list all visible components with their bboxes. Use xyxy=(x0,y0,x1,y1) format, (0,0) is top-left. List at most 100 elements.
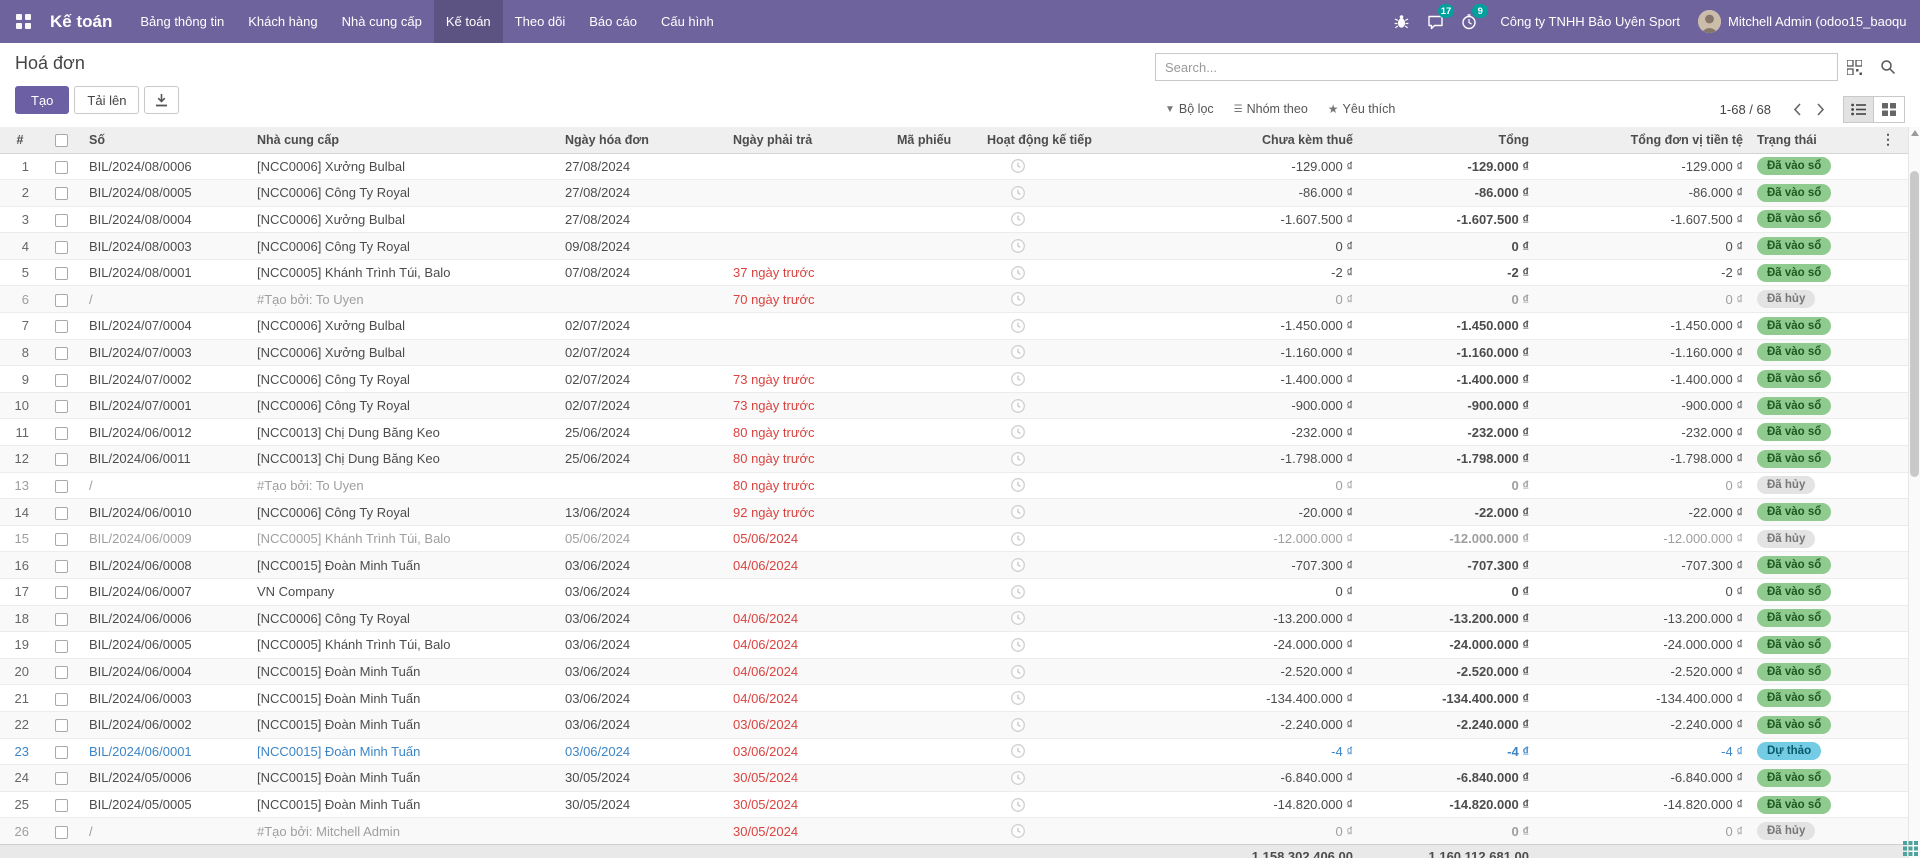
table-row[interactable]: 15 BIL/2024/06/0009 [NCC0005] Khánh Trìn… xyxy=(0,525,1908,552)
ref-cell[interactable] xyxy=(890,552,980,579)
bottom-corner-grid-icon[interactable] xyxy=(1903,841,1918,856)
bill-number-cell[interactable]: BIL/2024/06/0009 xyxy=(82,525,250,552)
total-cell[interactable]: -2.520.000 ₫ xyxy=(1360,658,1536,685)
total-cell[interactable]: 0 ₫ xyxy=(1360,233,1536,260)
due-date-cell[interactable]: 30/05/2024 xyxy=(726,765,890,792)
untaxed-cell[interactable]: -1.400.000 ₫ xyxy=(1096,366,1360,393)
due-date-cell[interactable]: 30/05/2024 xyxy=(726,791,890,818)
due-date-cell[interactable]: 05/06/2024 xyxy=(726,525,890,552)
due-date-cell[interactable] xyxy=(726,339,890,366)
ref-cell[interactable] xyxy=(890,525,980,552)
untaxed-cell[interactable]: -20.000 ₫ xyxy=(1096,499,1360,526)
invoice-date-cell[interactable]: 03/06/2024 xyxy=(558,711,726,738)
invoice-date-cell[interactable]: 30/05/2024 xyxy=(558,765,726,792)
untaxed-cell[interactable]: 0 ₫ xyxy=(1096,818,1360,845)
table-row[interactable]: 14 BIL/2024/06/0010 [NCC0006] Công Ty Ro… xyxy=(0,499,1908,526)
table-row[interactable]: 17 BIL/2024/06/0007 VN Company 03/06/202… xyxy=(0,579,1908,606)
due-date-cell[interactable] xyxy=(726,579,890,606)
qr-grid-icon[interactable] xyxy=(1838,60,1871,75)
activity-clock-icon[interactable] xyxy=(1010,637,1089,653)
total-cell[interactable]: 0 ₫ xyxy=(1360,818,1536,845)
bill-number-cell[interactable]: BIL/2024/05/0006 xyxy=(82,765,250,792)
total-currency-cell[interactable]: -86.000 ₫ xyxy=(1536,180,1750,207)
favorites-button[interactable]: ★ Yêu thích xyxy=(1318,102,1406,116)
next-activity-cell[interactable] xyxy=(980,791,1096,818)
pager-previous-button[interactable] xyxy=(1785,103,1809,116)
invoice-date-cell[interactable]: 03/06/2024 xyxy=(558,658,726,685)
company-switcher[interactable]: Công ty TNHH Bảo Uyên Sport xyxy=(1486,0,1694,43)
table-row[interactable]: 21 BIL/2024/06/0003 [NCC0015] Đoàn Minh … xyxy=(0,685,1908,712)
bill-number-cell[interactable]: BIL/2024/07/0001 xyxy=(82,392,250,419)
due-date-cell[interactable]: 03/06/2024 xyxy=(726,738,890,765)
ref-cell[interactable] xyxy=(890,658,980,685)
invoice-date-cell[interactable] xyxy=(558,286,726,313)
next-activity-cell[interactable] xyxy=(980,233,1096,260)
due-date-cell[interactable] xyxy=(726,206,890,233)
ref-cell[interactable] xyxy=(890,605,980,632)
vendor-cell[interactable]: [NCC0013] Chị Dung Băng Keo xyxy=(250,419,558,446)
next-activity-cell[interactable] xyxy=(980,339,1096,366)
apps-menu-button[interactable] xyxy=(0,0,46,43)
row-checkbox[interactable] xyxy=(55,161,68,174)
total-currency-cell[interactable]: -1.607.500 ₫ xyxy=(1536,206,1750,233)
activity-clock-icon[interactable] xyxy=(1010,584,1089,600)
row-checkbox[interactable] xyxy=(55,772,68,785)
next-activity-cell[interactable] xyxy=(980,711,1096,738)
vendor-cell[interactable]: VN Company xyxy=(250,579,558,606)
activity-clock-icon[interactable] xyxy=(1010,158,1089,174)
untaxed-cell[interactable]: -129.000 ₫ xyxy=(1096,153,1360,180)
total-cell[interactable]: 0 ₫ xyxy=(1360,472,1536,499)
activity-clock-icon[interactable] xyxy=(1010,291,1089,307)
vendor-cell[interactable]: [NCC0006] Công Ty Royal xyxy=(250,605,558,632)
ref-cell[interactable] xyxy=(890,472,980,499)
total-currency-cell[interactable]: -134.400.000 ₫ xyxy=(1536,685,1750,712)
total-cell[interactable]: 0 ₫ xyxy=(1360,579,1536,606)
row-checkbox[interactable] xyxy=(55,187,68,200)
total-cell[interactable]: -129.000 ₫ xyxy=(1360,153,1536,180)
total-cell[interactable]: -13.200.000 ₫ xyxy=(1360,605,1536,632)
vendor-cell[interactable]: [NCC0006] Công Ty Royal xyxy=(250,180,558,207)
next-activity-cell[interactable] xyxy=(980,366,1096,393)
table-row[interactable]: 10 BIL/2024/07/0001 [NCC0006] Công Ty Ro… xyxy=(0,392,1908,419)
row-checkbox[interactable] xyxy=(55,746,68,759)
row-checkbox[interactable] xyxy=(55,320,68,333)
total-cell[interactable]: 0 ₫ xyxy=(1360,286,1536,313)
bill-number-cell[interactable]: BIL/2024/06/0008 xyxy=(82,552,250,579)
total-currency-cell[interactable]: 0 ₫ xyxy=(1536,286,1750,313)
bill-number-cell[interactable]: BIL/2024/06/0011 xyxy=(82,446,250,473)
create-button[interactable]: Tạo xyxy=(15,86,69,114)
due-date-cell[interactable]: 73 ngày trước xyxy=(726,392,890,419)
ref-cell[interactable] xyxy=(890,711,980,738)
untaxed-cell[interactable]: -1.450.000 ₫ xyxy=(1096,313,1360,340)
activity-clock-icon[interactable] xyxy=(1010,265,1089,281)
ref-cell[interactable] xyxy=(890,180,980,207)
ref-cell[interactable] xyxy=(890,259,980,286)
vertical-scrollbar[interactable] xyxy=(1908,127,1920,858)
activity-clock-icon[interactable] xyxy=(1010,743,1089,759)
due-date-cell[interactable]: 37 ngày trước xyxy=(726,259,890,286)
bill-number-cell[interactable]: BIL/2024/08/0001 xyxy=(82,259,250,286)
total-currency-cell[interactable]: 0 ₫ xyxy=(1536,579,1750,606)
header-select-all[interactable] xyxy=(40,127,82,153)
bill-number-cell[interactable]: BIL/2024/06/0003 xyxy=(82,685,250,712)
due-date-cell[interactable]: 30/05/2024 xyxy=(726,818,890,845)
untaxed-cell[interactable]: -1.607.500 ₫ xyxy=(1096,206,1360,233)
invoice-date-cell[interactable]: 27/08/2024 xyxy=(558,153,726,180)
total-currency-cell[interactable]: -12.000.000 ₫ xyxy=(1536,525,1750,552)
untaxed-cell[interactable]: -1.160.000 ₫ xyxy=(1096,339,1360,366)
invoice-date-cell[interactable] xyxy=(558,472,726,499)
invoice-date-cell[interactable]: 27/08/2024 xyxy=(558,206,726,233)
total-cell[interactable]: -900.000 ₫ xyxy=(1360,392,1536,419)
total-cell[interactable]: -1.798.000 ₫ xyxy=(1360,446,1536,473)
table-row[interactable]: 6 / #Tạo bởi: To Uyen 70 ngày trước 0 ₫ … xyxy=(0,286,1908,313)
ref-cell[interactable] xyxy=(890,366,980,393)
invoice-date-cell[interactable]: 02/07/2024 xyxy=(558,392,726,419)
total-cell[interactable]: -22.000 ₫ xyxy=(1360,499,1536,526)
activity-clock-icon[interactable] xyxy=(1010,318,1089,334)
ref-cell[interactable] xyxy=(890,153,980,180)
total-currency-cell[interactable]: -6.840.000 ₫ xyxy=(1536,765,1750,792)
untaxed-cell[interactable]: 0 ₫ xyxy=(1096,286,1360,313)
search-icon[interactable] xyxy=(1871,59,1905,75)
due-date-cell[interactable]: 73 ngày trước xyxy=(726,366,890,393)
total-currency-cell[interactable]: -24.000.000 ₫ xyxy=(1536,632,1750,659)
